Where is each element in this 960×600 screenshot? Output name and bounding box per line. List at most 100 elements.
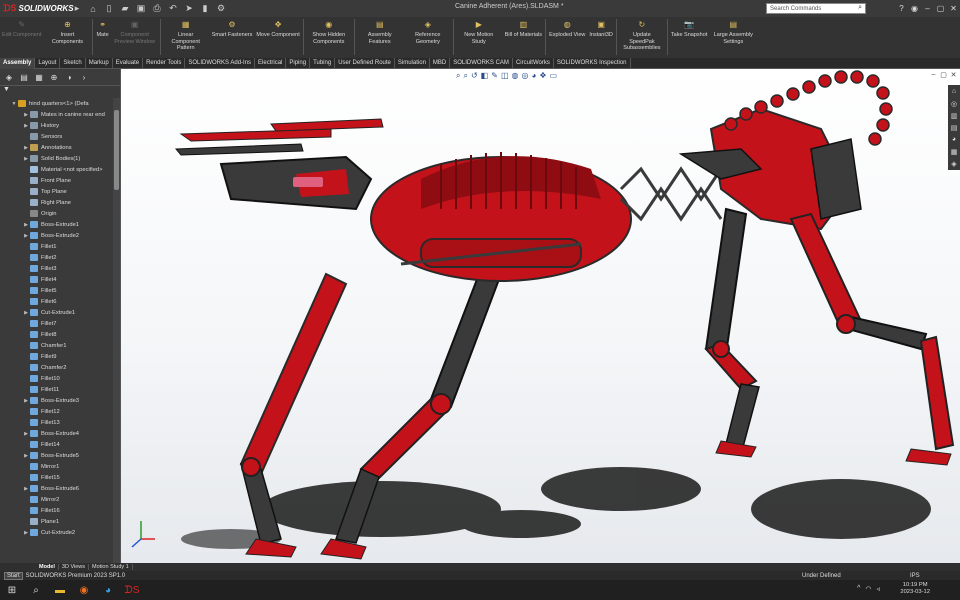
tree-item[interactable]: Origin — [0, 208, 113, 219]
ribbon-button-bill-of-materials[interactable]: ▥ Bill of Materials — [503, 17, 544, 58]
expand-arrow-icon[interactable]: ▶ — [22, 233, 30, 239]
tree-item[interactable]: ▶ Annotations — [0, 142, 113, 153]
expand-arrow-icon[interactable]: ▶ — [22, 310, 30, 316]
expand-arrow-icon[interactable]: ▶ — [22, 431, 30, 437]
filter-icon[interactable]: ▼ — [0, 86, 120, 96]
tree-item[interactable]: ▶ Cut-Extrude2 — [0, 527, 113, 538]
ribbon-button-component-preview-window[interactable]: ▣ Component Preview Window — [111, 17, 159, 58]
print-icon[interactable]: ⎙ — [150, 2, 164, 16]
tab-assembly[interactable]: Assembly — [0, 58, 36, 69]
tree-item[interactable]: Fillet16 — [0, 505, 113, 516]
save-icon[interactable]: ▣ — [134, 2, 148, 16]
feature-tree-scrollbar[interactable] — [113, 98, 120, 563]
tree-item[interactable]: Fillet1 — [0, 241, 113, 252]
solidworks-taskbar-icon[interactable]: ᗪS — [120, 580, 144, 600]
tab-tubing[interactable]: Tubing — [310, 58, 336, 69]
expand-arrow-icon[interactable]: ▶ — [22, 156, 30, 162]
display-manager-icon[interactable]: ◑ — [62, 71, 76, 84]
property-manager-icon[interactable]: ▤ — [17, 71, 31, 84]
tab-layout[interactable]: Layout — [35, 58, 61, 69]
file-explorer-taskbar-icon[interactable]: ▬ — [48, 580, 72, 600]
tree-item[interactable]: Fillet12 — [0, 406, 113, 417]
tree-item[interactable]: ▶ History — [0, 120, 113, 131]
dimxpert-icon[interactable]: ⊕ — [47, 71, 61, 84]
undo-icon[interactable]: ↶ — [166, 2, 180, 16]
tree-item[interactable]: ▶ Boss-Extrude6 — [0, 483, 113, 494]
tree-item[interactable]: Chamfer2 — [0, 362, 113, 373]
tree-item[interactable]: Right Plane — [0, 197, 113, 208]
tree-item[interactable]: Fillet11 — [0, 384, 113, 395]
tree-item[interactable]: Fillet6 — [0, 296, 113, 307]
tab-user-defined-route[interactable]: User Defined Route — [335, 58, 395, 69]
user-icon[interactable]: ◉ — [908, 0, 921, 17]
feature-tree-icon[interactable]: ◈ — [2, 71, 16, 84]
tree-item[interactable]: Fillet4 — [0, 274, 113, 285]
tree-item[interactable]: Sensors — [0, 131, 113, 142]
home-icon[interactable]: ⌂ — [86, 2, 100, 16]
bottom-tab-model[interactable]: Model — [36, 564, 59, 570]
ribbon-button-reference-geometry[interactable]: ◈ Reference Geometry — [404, 17, 452, 58]
expand-arrow-icon[interactable]: ▶ — [22, 453, 30, 459]
tab-solidworks-add-ins[interactable]: SOLIDWORKS Add-Ins — [185, 58, 256, 69]
ribbon-button-assembly-features[interactable]: ▤ Assembly Features — [356, 17, 404, 58]
tree-item[interactable]: Fillet14 — [0, 439, 113, 450]
ribbon-button-new-motion-study[interactable]: ▶ New Motion Study — [455, 17, 503, 58]
expand-arrow-icon[interactable]: ▶ — [22, 145, 30, 151]
tree-item[interactable]: ▶ Boss-Extrude4 — [0, 428, 113, 439]
restore-icon[interactable]: ▢ — [934, 0, 947, 17]
bottom-tab-motion-study-1[interactable]: Motion Study 1 — [89, 564, 133, 570]
open-folder-icon[interactable]: ▰ — [118, 2, 132, 16]
expand-arrow-icon[interactable]: ▶ — [22, 222, 30, 228]
tree-item[interactable]: ▶ Boss-Extrude5 — [0, 450, 113, 461]
tree-item[interactable]: Plane1 — [0, 516, 113, 527]
options-icon[interactable]: ⚙ — [214, 2, 228, 16]
tree-item[interactable]: ▶ Boss-Extrude2 — [0, 230, 113, 241]
ribbon-button-large-assembly-settings[interactable]: ▤ Large Assembly Settings — [709, 17, 757, 58]
search-commands-input[interactable]: Search Commands ⌕ — [766, 3, 866, 14]
tree-item[interactable]: Fillet15 — [0, 472, 113, 483]
tree-item[interactable]: Top Plane — [0, 186, 113, 197]
tab-piping[interactable]: Piping — [286, 58, 311, 69]
graphics-area[interactable]: ⌕ ⌕ ↺ ◧ ✎ ◫ ◍ ◎ ◕ ❖ ▭ – ▢ ✕ ⌂ ◎ ▥ ▤ ◕ ▦ … — [121, 69, 960, 563]
taskbar-search-icon[interactable]: ⌕ — [24, 580, 48, 600]
tab-render-tools[interactable]: Render Tools — [143, 58, 186, 69]
network-icon[interactable]: ◠ — [865, 585, 871, 593]
expand-arrow-icon[interactable]: ▶ — [22, 112, 30, 118]
ribbon-button-smart-fasteners[interactable]: ⚙ Smart Fasteners — [210, 17, 255, 58]
tree-item[interactable]: Front Plane — [0, 175, 113, 186]
tab-electrical[interactable]: Electrical — [255, 58, 287, 69]
collapse-arrow-icon[interactable]: ▼ — [10, 101, 18, 107]
tab-circuitworks[interactable]: CircuitWorks — [513, 58, 554, 69]
expand-arrow-icon[interactable]: ▶ — [22, 398, 30, 404]
tree-item[interactable]: ▶ Cut-Extrude1 — [0, 307, 113, 318]
tree-item[interactable]: ▶ Boss-Extrude3 — [0, 395, 113, 406]
tree-item[interactable]: Chamfer1 — [0, 340, 113, 351]
tree-item[interactable]: ▼ hind quarters<1> (Defa — [0, 98, 113, 109]
ribbon-button-edit-component[interactable]: ✎ Edit Component — [0, 17, 43, 58]
tree-item[interactable]: Mirror2 — [0, 494, 113, 505]
tab-solidworks-inspection[interactable]: SOLIDWORKS Inspection — [554, 58, 631, 69]
search-icon[interactable]: ⌕ — [858, 4, 862, 12]
tab-simulation[interactable]: Simulation — [395, 58, 430, 69]
tab-solidworks-cam[interactable]: SOLIDWORKS CAM — [450, 58, 513, 69]
firefox-icon[interactable]: ◉ — [72, 580, 96, 600]
tree-item[interactable]: ▶ Mates in canine rear end — [0, 109, 113, 120]
expand-arrow-icon[interactable]: ▸ — [70, 2, 84, 16]
tree-item[interactable]: Fillet5 — [0, 285, 113, 296]
expand-arrow-icon[interactable]: ▶ — [22, 486, 30, 492]
rebuild-icon[interactable]: ▮ — [198, 2, 212, 16]
robot-dog-model[interactable] — [121, 69, 960, 563]
tab-evaluate[interactable]: Evaluate — [113, 58, 144, 69]
ribbon-button-exploded-view[interactable]: ◍ Exploded View — [547, 17, 587, 58]
edge-icon[interactable]: ◕ — [96, 580, 120, 600]
new-file-icon[interactable]: ▯ — [102, 2, 116, 16]
panel-expand-icon[interactable]: › — [77, 71, 91, 84]
volume-icon[interactable]: ◃ — [876, 585, 880, 593]
tree-item[interactable]: Fillet8 — [0, 329, 113, 340]
close-icon[interactable]: ✕ — [947, 0, 960, 17]
tab-mbd[interactable]: MBD — [430, 58, 451, 69]
tree-item[interactable]: Fillet13 — [0, 417, 113, 428]
chevron-up-icon[interactable]: ^ — [857, 585, 860, 593]
tree-item[interactable]: Fillet3 — [0, 263, 113, 274]
expand-arrow-icon[interactable]: ▶ — [22, 530, 30, 536]
